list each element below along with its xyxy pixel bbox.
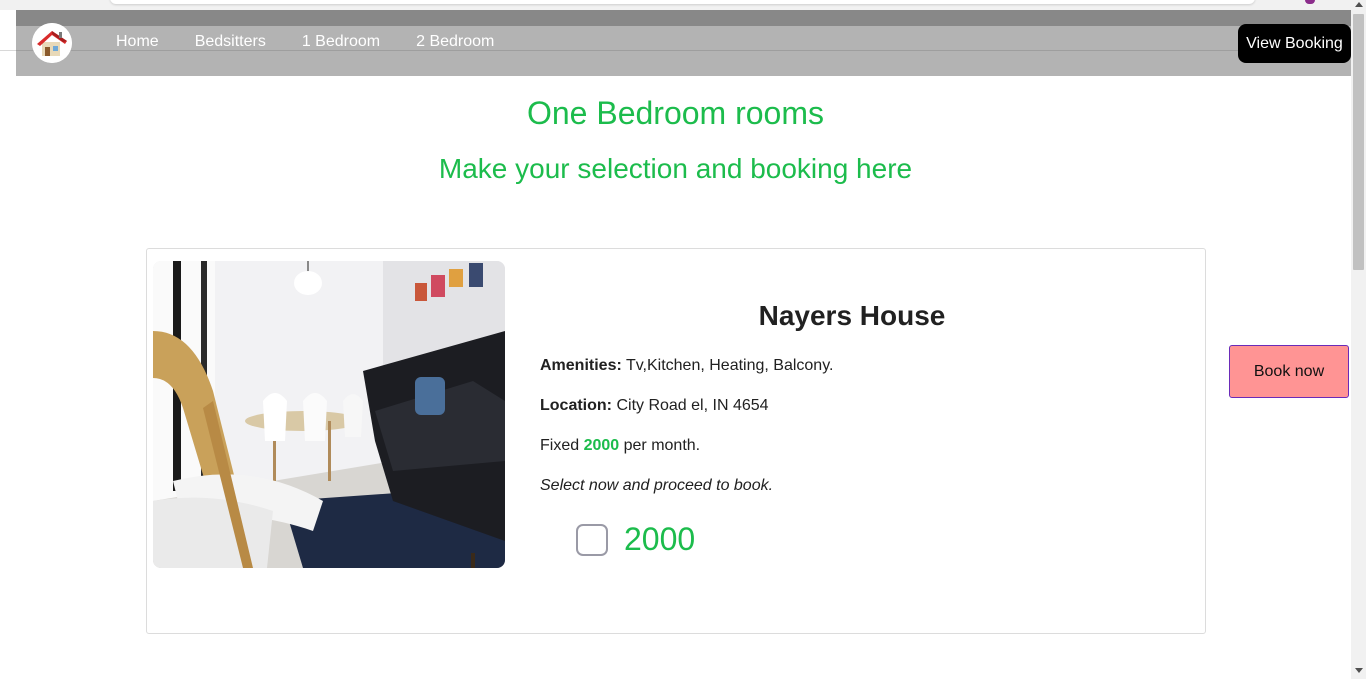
location-label: Location:: [540, 397, 612, 414]
profile-icon: [1305, 0, 1315, 4]
price-line: Fixed 2000 per month.: [540, 437, 700, 455]
room-select-price: 2000: [624, 521, 696, 557]
navbar: Home Bedsitters 1 Bedroom 2 Bedroom View…: [16, 10, 1351, 76]
page-title: One Bedroom rooms: [526, 95, 824, 131]
amenities-label: Amenities:: [540, 357, 622, 374]
page: Home Bedsitters 1 Bedroom 2 Bedroom View…: [0, 0, 1366, 679]
price-prefix: Fixed: [540, 437, 580, 454]
nav-link-bedsitters[interactable]: Bedsitters: [195, 33, 266, 51]
scroll-up-arrow-icon[interactable]: [1355, 2, 1363, 7]
scrollbar[interactable]: [1351, 0, 1366, 679]
nav-link-2-bedroom[interactable]: 2 Bedroom: [416, 33, 494, 51]
navbar-top-band: [16, 10, 1351, 26]
price-value: 2000: [583, 437, 620, 454]
amenities-line: Amenities: Tv,Kitchen, Heating, Balcony.: [540, 357, 833, 375]
page-subtitle: Make your selection and booking here: [438, 153, 913, 184]
price-suffix: per month.: [623, 437, 701, 454]
scrollbar-thumb[interactable]: [1353, 14, 1364, 270]
amenities-value: Tv,Kitchen, Heating, Balcony.: [625, 357, 834, 374]
room-select-checkbox[interactable]: [576, 523, 608, 556]
nav-links: Home Bedsitters 1 Bedroom 2 Bedroom: [116, 33, 494, 51]
selection-hint: Select now and proceed to book.: [540, 477, 774, 494]
house-logo-icon[interactable]: [32, 23, 72, 63]
room-select-option[interactable]: 2000: [576, 521, 695, 558]
location-value: City Road el, IN 4654: [616, 397, 769, 414]
room-photo: [153, 261, 505, 568]
book-now-button[interactable]: Book now: [1229, 345, 1349, 398]
browser-top-strip: [0, 0, 1366, 10]
view-booking-button[interactable]: View Booking: [1238, 24, 1351, 63]
scroll-down-arrow-icon[interactable]: [1355, 668, 1363, 673]
page-edge: [0, 10, 16, 51]
location-line: Location: City Road el, IN 4654: [540, 397, 769, 415]
browser-address-bar: [110, 0, 1255, 4]
room-name: Nayers House: [758, 300, 946, 331]
room-card: Nayers House Amenities: Tv,Kitchen, Heat…: [146, 248, 1206, 634]
nav-link-home[interactable]: Home: [116, 33, 159, 51]
nav-link-1-bedroom[interactable]: 1 Bedroom: [302, 33, 380, 51]
